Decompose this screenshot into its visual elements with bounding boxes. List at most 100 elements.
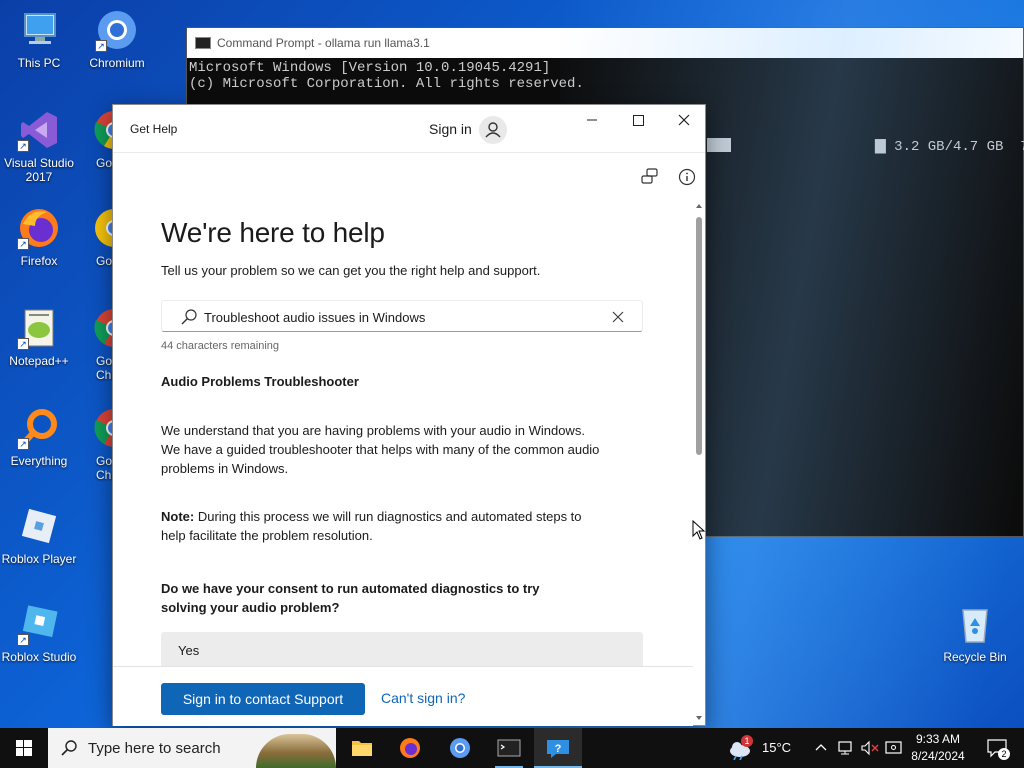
- volume-button[interactable]: [860, 728, 882, 768]
- sign-in-contact-support-button[interactable]: Sign in to contact Support: [161, 683, 365, 715]
- command-prompt-titlebar[interactable]: Command Prompt - ollama run llama3.1: [187, 28, 1023, 58]
- roblox-player-icon: [17, 504, 61, 548]
- firefox-icon: ↗: [17, 206, 61, 250]
- system-clock[interactable]: 9:33 AM 8/24/2024: [906, 731, 970, 765]
- app-title: Get Help: [130, 122, 178, 136]
- consent-question: Do we have your consent to run automated…: [161, 581, 540, 615]
- download-progress-bar: [707, 138, 731, 152]
- avatar[interactable]: [479, 116, 507, 144]
- notification-count-badge: 2: [998, 748, 1010, 760]
- taskbar-get-help[interactable]: ?: [534, 728, 582, 768]
- desktop-icon-firefox[interactable]: ↗ Firefox: [0, 206, 78, 268]
- notification-center-button[interactable]: 2: [982, 728, 1022, 768]
- chromium-icon: ↗: [95, 8, 139, 52]
- desktop-icon-label: Roblox Studio: [1, 650, 77, 664]
- desktop-icon-this-pc[interactable]: This PC: [0, 8, 78, 70]
- desktop-icon-visual-studio[interactable]: ↗ Visual Studio 2017: [0, 108, 78, 184]
- desktop-icon-label: Chromium: [89, 56, 145, 70]
- desktop-icon-label: Firefox: [20, 254, 58, 268]
- visual-studio-icon: ↗: [17, 108, 61, 152]
- note-label: Note:: [161, 509, 195, 524]
- chromium-icon: [450, 738, 470, 758]
- taskbar-file-explorer[interactable]: [338, 728, 386, 768]
- network-icon: [838, 741, 852, 755]
- get-help-window[interactable]: Get Help Sign in We're here to help Tell…: [112, 104, 706, 726]
- search-highlight-image: [256, 734, 336, 768]
- weather-temperature: 15°C: [762, 740, 792, 755]
- search-icon: [181, 309, 197, 325]
- page-subtitle: Tell us your problem so we can get you t…: [161, 263, 541, 278]
- taskbar-search-placeholder: Type here to search: [88, 740, 221, 757]
- characters-remaining: 44 characters remaining: [161, 340, 280, 352]
- terminal-icon: [497, 739, 521, 757]
- folder-icon: [352, 741, 372, 756]
- command-prompt-output[interactable]: Microsoft Windows [Version 10.0.19045.42…: [187, 58, 1023, 94]
- desktop-icon-chromium[interactable]: ↗ Chromium: [78, 8, 156, 70]
- yes-option-button[interactable]: Yes: [161, 632, 643, 666]
- desktop-icon-notepadpp[interactable]: ↗ Notepad++: [0, 306, 78, 368]
- roblox-studio-icon: ↗: [17, 602, 61, 646]
- taskbar-command-prompt[interactable]: [485, 728, 533, 768]
- taskbar-chromium[interactable]: [436, 728, 484, 768]
- person-icon: [485, 122, 501, 138]
- shortcut-arrow-icon: ↗: [17, 438, 29, 450]
- command-prompt-icon: [195, 37, 211, 49]
- sign-in-link[interactable]: Sign in: [429, 121, 472, 137]
- desktop-icon-recycle-bin[interactable]: Recycle Bin: [936, 602, 1014, 664]
- desktop-icon-label: This PC: [17, 56, 61, 70]
- desktop-icon-label: Visual Studio 2017: [4, 156, 74, 184]
- recycle-bin-icon: [953, 602, 997, 646]
- network-button[interactable]: [836, 728, 858, 768]
- maximize-icon: [633, 115, 644, 126]
- download-status: ▇ 3.2 GB/4.7 GB 7.: [875, 139, 1024, 155]
- get-help-content: We're here to help Tell us your problem …: [113, 154, 693, 666]
- clock-time: 9:33 AM: [915, 732, 961, 746]
- firefox-icon: [400, 738, 420, 758]
- desktop-icon-label: Notepad++: [9, 354, 69, 368]
- problem-search-box[interactable]: [161, 300, 643, 332]
- note-text: During this process we will run diagnost…: [161, 509, 582, 543]
- scrollbar-thumb[interactable]: [696, 217, 702, 455]
- problem-search-input[interactable]: [204, 307, 604, 327]
- taskbar-firefox[interactable]: [386, 728, 434, 768]
- result-title: Audio Problems Troubleshooter: [161, 374, 359, 389]
- display-icon: [885, 741, 902, 754]
- content-scrollbar[interactable]: [693, 201, 705, 723]
- show-hidden-icons-button[interactable]: [814, 728, 832, 768]
- note-paragraph: Note: During this process we will run di…: [161, 507, 601, 545]
- weather-widget[interactable]: 1 15°C: [728, 728, 798, 768]
- scroll-up-icon[interactable]: [694, 201, 704, 211]
- desktop-icon-everything[interactable]: ↗ Everything: [0, 406, 78, 468]
- weather-badge: 1: [741, 735, 753, 747]
- minimize-button[interactable]: [569, 105, 615, 137]
- cmd-line: Microsoft Windows [Version 10.0.19045.42…: [189, 60, 551, 76]
- search-icon: [61, 740, 77, 756]
- this-pc-icon: [17, 8, 61, 52]
- chevron-up-icon: [815, 744, 827, 751]
- close-button[interactable]: [661, 105, 707, 137]
- notepadpp-icon: ↗: [17, 306, 61, 350]
- volume-muted-icon: [861, 740, 879, 756]
- windows-logo-icon: [16, 740, 32, 756]
- start-button[interactable]: [0, 728, 48, 768]
- everything-icon: ↗: [17, 406, 61, 450]
- clear-search-icon[interactable]: [610, 309, 626, 325]
- shortcut-arrow-icon: ↗: [17, 238, 29, 250]
- minimize-icon: [587, 119, 597, 121]
- desktop-icon-label: Roblox Player: [1, 552, 77, 566]
- maximize-button[interactable]: [615, 105, 661, 137]
- display-button[interactable]: [884, 728, 906, 768]
- page-title: We're here to help: [161, 217, 385, 248]
- desktop-icon-roblox-player[interactable]: Roblox Player: [0, 504, 78, 566]
- scroll-down-icon[interactable]: [694, 713, 704, 723]
- shortcut-arrow-icon: ↗: [17, 634, 29, 646]
- cant-sign-in-link[interactable]: Can't sign in?: [381, 690, 465, 706]
- svg-text:?: ?: [555, 743, 562, 755]
- get-help-titlebar[interactable]: Get Help Sign in: [113, 105, 705, 153]
- get-help-footer: Sign in to contact Support Can't sign in…: [113, 666, 693, 726]
- mouse-cursor-icon: [692, 520, 706, 540]
- shortcut-arrow-icon: ↗: [17, 140, 29, 152]
- result-description: We understand that you are having proble…: [161, 423, 600, 476]
- taskbar-search-box[interactable]: Type here to search: [48, 728, 336, 768]
- desktop-icon-roblox-studio[interactable]: ↗ Roblox Studio: [0, 602, 78, 664]
